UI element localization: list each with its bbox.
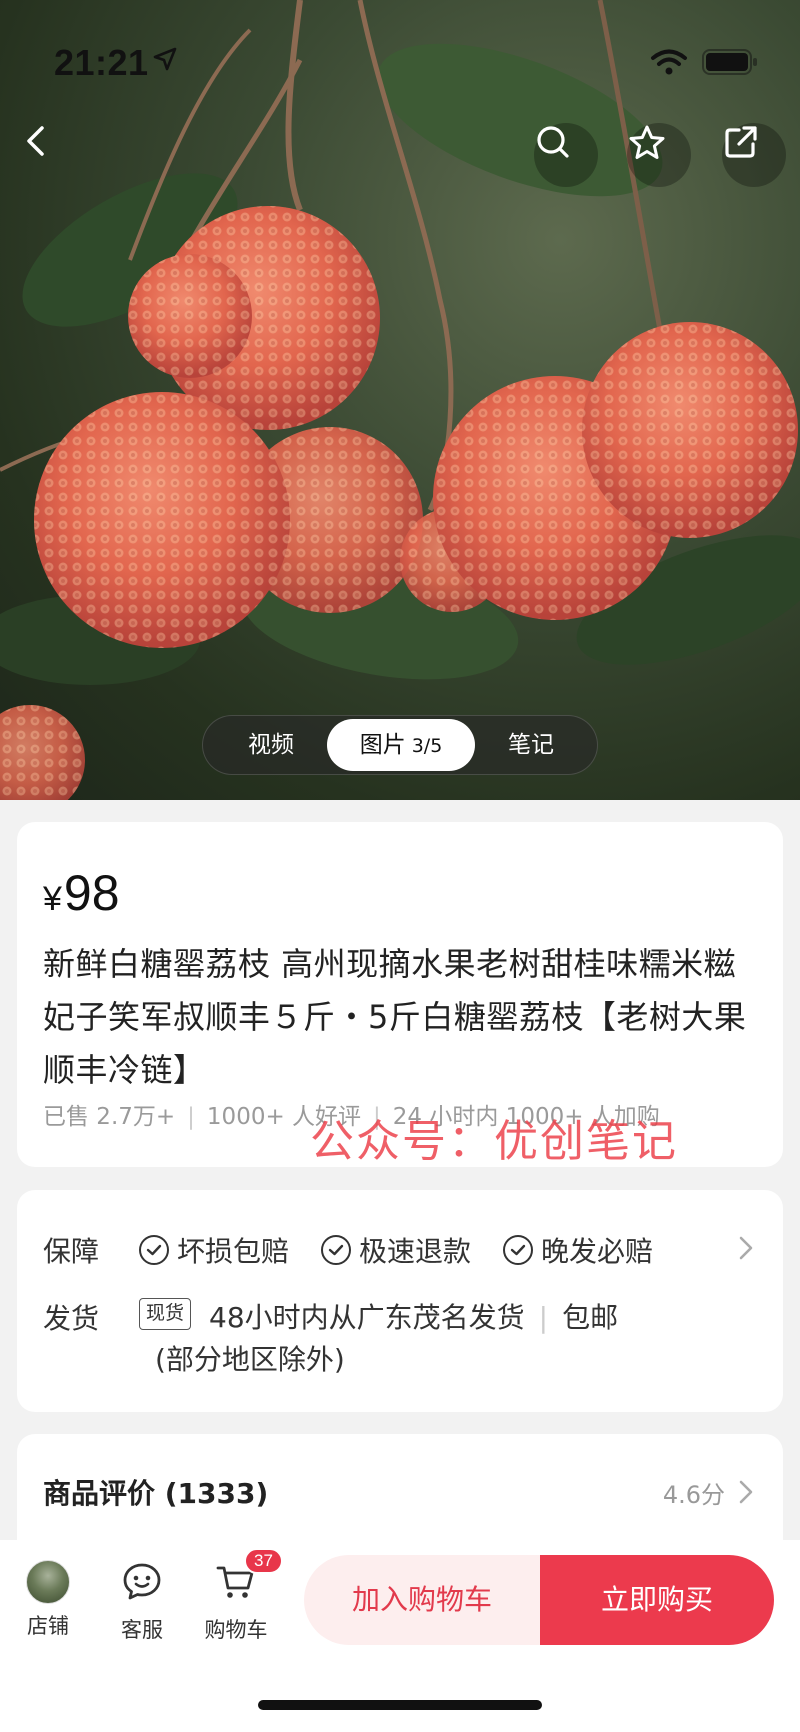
guarantee-item: 晚发必赔 <box>503 1230 653 1270</box>
lychee-photo <box>0 0 800 800</box>
product-image-carousel[interactable]: 21:21 视频 图片 3/5 笔记 <box>0 0 800 800</box>
star-icon <box>629 125 665 159</box>
service-card[interactable]: 保障 坏损包赔 极速退款 晚发必赔 发货 现货 48小时内从广东茂名发货 | 包邮 … <box>17 1190 783 1412</box>
shipping-info: 48小时内从广东茂名发货 | 包邮 <box>209 1301 619 1334</box>
chevron-right-icon[interactable] <box>737 1478 755 1510</box>
currency-symbol: ¥ <box>43 880 62 918</box>
media-tabs: 视频 图片 3/5 笔记 <box>202 715 598 775</box>
chevron-right-icon[interactable] <box>737 1234 755 1266</box>
favorite-button[interactable] <box>627 123 691 187</box>
store-label: 店铺 <box>27 1614 69 1638</box>
sold-count: 已售 2.7万+ <box>43 1104 176 1130</box>
product-price: ¥98 <box>43 864 120 922</box>
shipping-label: 发货 <box>43 1302 100 1335</box>
product-title: 新鲜白糖罂荔枝 高州现摘水果老树甜桂味糯米糍妃子笑军叔顺丰５斤・5斤白糖罂荔枝【… <box>43 945 747 1089</box>
tab-photo-label: 图片 <box>359 732 406 758</box>
back-button[interactable] <box>18 123 82 187</box>
status-bar: 21:21 <box>0 0 800 120</box>
price-value: 98 <box>63 865 120 921</box>
store-avatar <box>26 1560 70 1604</box>
chevron-left-icon <box>27 126 44 156</box>
guarantee-item: 坏损包赔 <box>139 1230 289 1270</box>
customer-service-label: 客服 <box>121 1618 163 1642</box>
watermark: 公众号：优创笔记 <box>310 1116 678 1167</box>
reviews-title: 商品评价 (1333) <box>43 1477 269 1510</box>
cart-count-badge: 37 <box>244 1548 283 1574</box>
customer-service-button[interactable]: 客服 <box>102 1560 182 1644</box>
tab-photo[interactable]: 图片 3/5 <box>327 719 475 771</box>
shipping-time: 48小时内从广东茂名发货 <box>209 1301 525 1334</box>
free-shipping: 包邮 <box>562 1301 619 1334</box>
guarantee-text: 晚发必赔 <box>541 1235 654 1268</box>
search-button[interactable] <box>534 123 598 187</box>
check-circle-icon <box>321 1235 351 1265</box>
store-button[interactable]: 店铺 <box>8 1560 88 1640</box>
tab-notes[interactable]: 笔记 <box>481 719 581 771</box>
guarantee-label: 保障 <box>43 1235 100 1268</box>
add-to-cart-button[interactable]: 加入购物车 <box>304 1555 540 1645</box>
check-circle-icon <box>139 1235 169 1265</box>
guarantee-text: 坏损包赔 <box>177 1235 290 1268</box>
search-icon <box>537 126 569 158</box>
guarantee-item: 极速退款 <box>321 1230 471 1270</box>
check-circle-icon <box>503 1235 533 1265</box>
tab-video[interactable]: 视频 <box>221 719 321 771</box>
status-time: 21:21 <box>54 42 149 83</box>
guarantee-text: 极速退款 <box>359 1235 472 1268</box>
photo-counter: 3/5 <box>411 735 443 757</box>
review-score: 4.6分 <box>662 1481 725 1509</box>
in-stock-badge: 现货 <box>139 1298 192 1330</box>
share-button[interactable] <box>722 123 786 187</box>
cart-button[interactable]: 37 购物车 <box>196 1548 283 1644</box>
share-icon <box>725 126 757 158</box>
shipping-exclusion-note: (部分地区除外) <box>155 1343 345 1376</box>
buy-now-button[interactable]: 立即购买 <box>540 1555 774 1645</box>
chat-bubble-icon <box>123 1563 161 1600</box>
cart-label: 购物车 <box>204 1618 268 1642</box>
home-indicator[interactable] <box>258 1700 542 1710</box>
